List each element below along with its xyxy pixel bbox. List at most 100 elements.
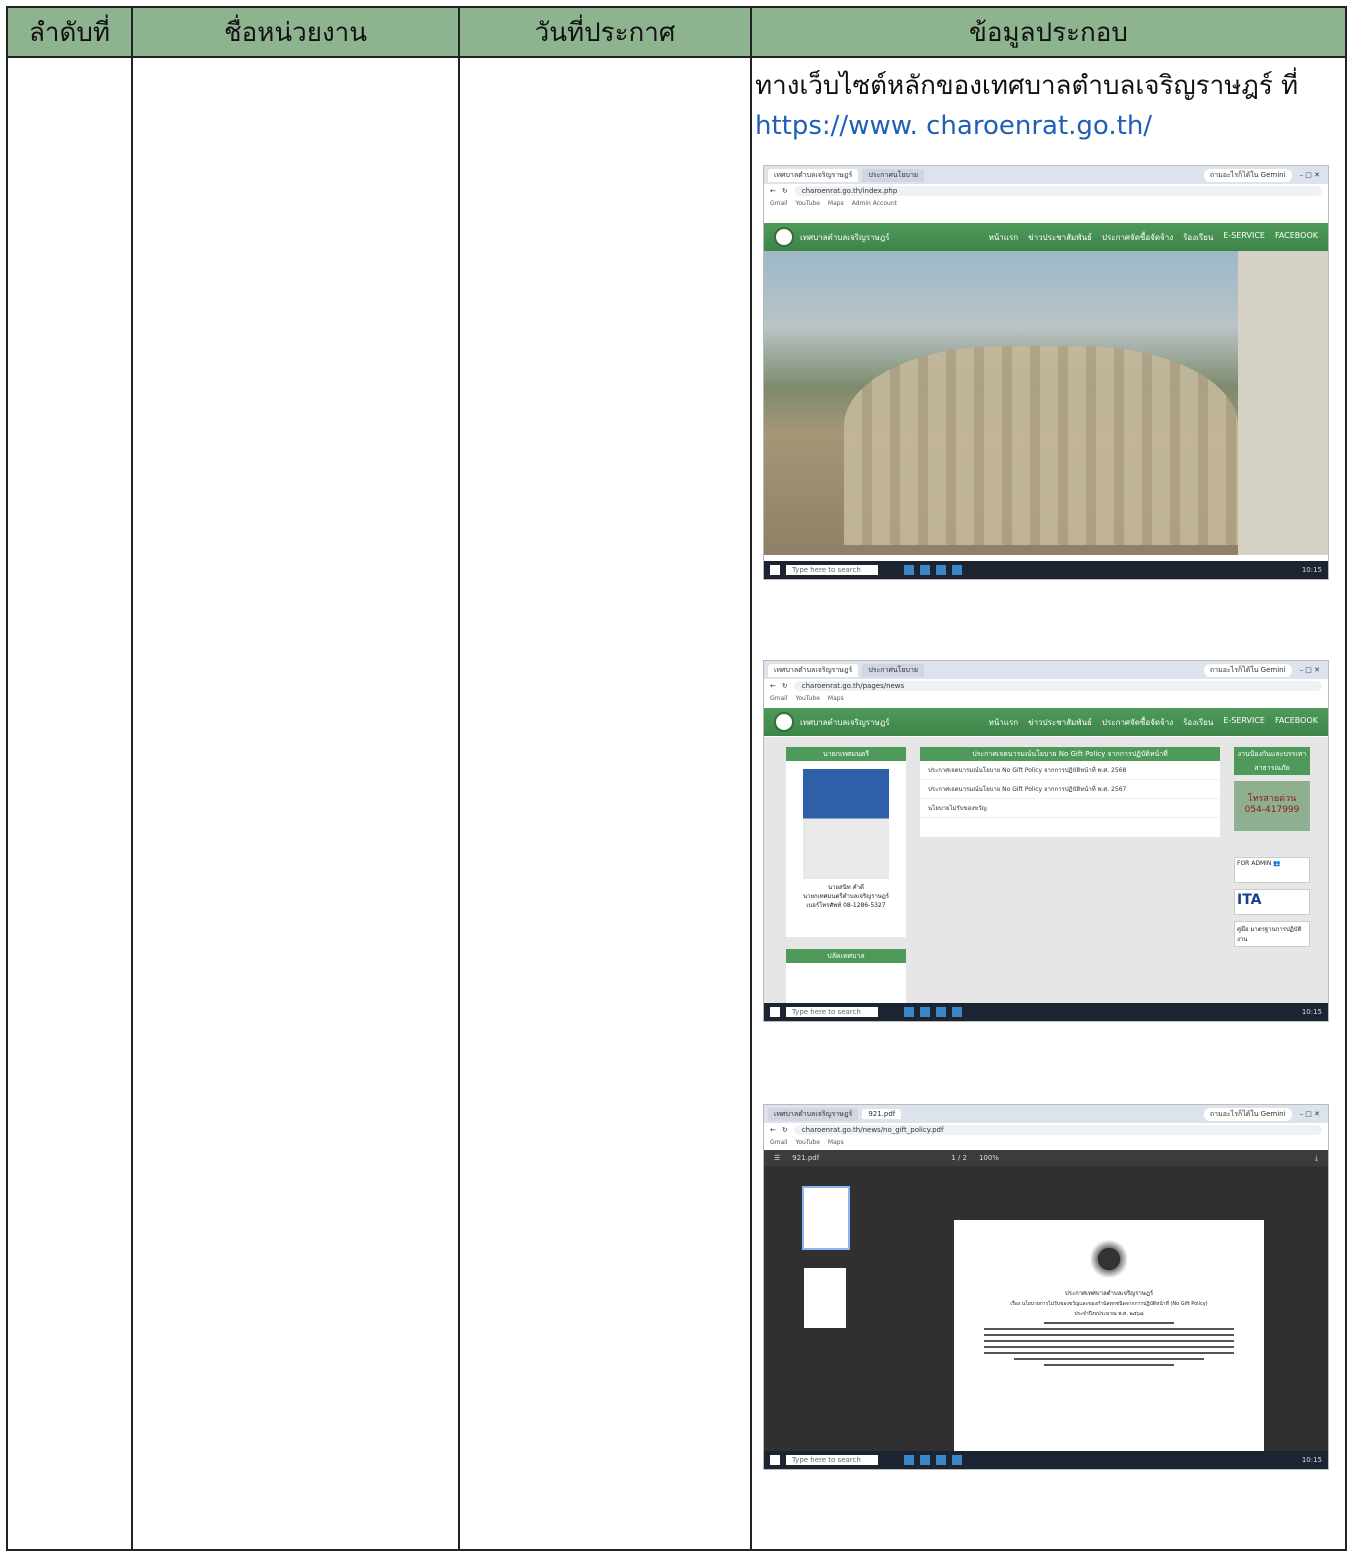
back-icon[interactable]: ←	[770, 187, 776, 195]
nav-item[interactable]: ร้องเรียน	[1183, 231, 1213, 244]
nav-item[interactable]: E-SERVICE	[1223, 231, 1265, 244]
notice-item[interactable]: นโยบายไม่รับของขวัญ	[920, 799, 1220, 818]
bookmark[interactable]: Maps	[828, 695, 844, 702]
column-divider	[750, 8, 752, 1549]
site-navbar: เทศบาลตำบลเจริญราษฎร์ หน้าแรก ข่าวประชาส…	[764, 223, 1328, 251]
browser-tab[interactable]: เทศบาลตำบลเจริญราษฎร์	[768, 168, 859, 182]
windows-start-icon[interactable]	[770, 1455, 780, 1465]
nav-item[interactable]: ข่าวประชาสัมพันธ์	[1028, 716, 1092, 729]
menu-icon[interactable]: ☰	[774, 1154, 780, 1162]
doc-subject: เรื่อง นโยบายการไม่รับของขวัญและของกำนัล…	[1010, 1301, 1208, 1307]
window-controls-icon[interactable]: – □ ✕	[1296, 1110, 1324, 1118]
taskbar-app-icon[interactable]	[936, 1455, 946, 1465]
pdf-thumbnail[interactable]	[802, 1186, 850, 1250]
bookmark[interactable]: Gmail	[770, 1139, 788, 1146]
text-line	[1014, 1358, 1204, 1360]
browser-tab[interactable]: เทศบาลตำบลเจริญราษฎร์	[768, 1107, 859, 1121]
text-line	[984, 1328, 1234, 1330]
taskbar-app-icon[interactable]	[952, 1007, 962, 1017]
mayor-title: นายกเทศมนตรีตำบลเจริญราษฎร์	[802, 893, 890, 900]
site-logo-icon	[774, 712, 794, 732]
pdf-filename: 921.pdf	[792, 1154, 820, 1162]
download-icon[interactable]: ⤓	[1315, 1154, 1318, 1163]
bookmark[interactable]: Admin Account	[852, 200, 897, 207]
manual-tile[interactable]: คู่มือ มาตรฐานการปฏิบัติงาน	[1234, 921, 1310, 947]
site-navbar: เทศบาลตำบลเจริญราษฎร์ หน้าแรก ข่าวประชาส…	[764, 708, 1328, 736]
zoom-level[interactable]: 100%	[979, 1154, 999, 1162]
back-icon[interactable]: ←	[770, 682, 776, 690]
bookmark[interactable]: Gmail	[770, 695, 788, 702]
header-details: ข้อมูลประกอบ	[969, 17, 1128, 48]
taskbar-search[interactable]: Type here to search	[786, 1007, 878, 1017]
reload-icon[interactable]: ↻	[782, 1126, 788, 1134]
ita-tile[interactable]: ITA	[1234, 889, 1310, 915]
nav-item[interactable]: ประกาศจัดซื้อจัดจ้าง	[1102, 716, 1173, 729]
back-icon[interactable]: ←	[770, 1126, 776, 1134]
nav-item[interactable]: FACEBOOK	[1275, 231, 1318, 244]
pdf-thumbnail[interactable]	[804, 1268, 846, 1328]
gemini-button[interactable]: ถามอะไรก็ได้ใน Gemini	[1203, 1107, 1292, 1121]
taskbar-app-icon[interactable]	[904, 1007, 914, 1017]
page-indicator[interactable]: 1 / 2	[951, 1154, 967, 1162]
taskbar-app-icon[interactable]	[920, 565, 930, 575]
taskbar-search[interactable]: Type here to search	[786, 1455, 878, 1465]
nav-item[interactable]: ประกาศจัดซื้อจัดจ้าง	[1102, 231, 1173, 244]
url-field[interactable]: charoenrat.go.th/pages/news	[793, 681, 1322, 691]
taskbar-clock: 10:15	[1301, 1008, 1322, 1016]
window-controls-icon[interactable]: – □ ✕	[1296, 171, 1324, 179]
browser-tab[interactable]: ประกาศนโยบาย	[862, 663, 925, 677]
bookmark[interactable]: YouTube	[796, 695, 820, 702]
taskbar-app-icon[interactable]	[904, 565, 914, 575]
admin-tile[interactable]: FOR ADMIN 👥	[1234, 857, 1310, 883]
nav-item[interactable]: ข่าวประชาสัมพันธ์	[1028, 231, 1092, 244]
header-date: วันที่ประกาศ	[534, 17, 676, 48]
browser-tab[interactable]: 921.pdf	[862, 1109, 902, 1119]
users-icon: 👥	[1273, 860, 1281, 867]
taskbar-app-icon[interactable]	[936, 1007, 946, 1017]
text-line	[1044, 1322, 1174, 1324]
browser-tabs: เทศบาลตำบลเจริญราษฎร์ ประกาศนโยบาย ถามอะ…	[764, 661, 1328, 679]
browser-tab[interactable]: เทศบาลตำบลเจริญราษฎร์	[768, 663, 859, 677]
bookmark[interactable]: YouTube	[796, 200, 820, 207]
address-bar: ← ↻ charoenrat.go.th/news/no_gift_policy…	[764, 1123, 1328, 1137]
bookmark[interactable]: Maps	[828, 1139, 844, 1146]
gemini-button[interactable]: ถามอะไรก็ได้ใน Gemini	[1203, 663, 1292, 677]
url-field[interactable]: charoenrat.go.th/news/no_gift_policy.pdf	[793, 1125, 1322, 1135]
details-line: ทางเว็บไซต์หลักของเทศบาลตำบลเจริญราษฎร์ …	[755, 71, 1299, 101]
website-link[interactable]: https://www. charoenrat.go.th/	[755, 106, 1335, 146]
taskbar-app-icon[interactable]	[936, 565, 946, 575]
doc-title: ประกาศเทศบาลตำบลเจริญราษฎร์	[1064, 1290, 1154, 1297]
reload-icon[interactable]: ↻	[782, 682, 788, 690]
bookmark[interactable]: Maps	[828, 200, 844, 207]
nav-item[interactable]: หน้าแรก	[989, 716, 1019, 729]
clerk-panel: ปลัดเทศบาล	[786, 949, 906, 1005]
taskbar-app-icon[interactable]	[952, 1455, 962, 1465]
windows-start-icon[interactable]	[770, 565, 780, 575]
taskbar: Type here to search 10:15	[764, 1003, 1328, 1021]
taskbar-app-icon[interactable]	[920, 1007, 930, 1017]
reload-icon[interactable]: ↻	[782, 187, 788, 195]
url-field[interactable]: charoenrat.go.th/index.php	[793, 186, 1322, 196]
browser-tab[interactable]: ประกาศนโยบาย	[862, 168, 925, 182]
nav-item[interactable]: ร้องเรียน	[1183, 716, 1213, 729]
windows-start-icon[interactable]	[770, 1007, 780, 1017]
notice-item[interactable]: ประกาศเจตนารมณ์นโยบาย No Gift Policy จาก…	[920, 761, 1220, 780]
bookmark[interactable]: YouTube	[796, 1139, 820, 1146]
bookmarks-bar: Gmail YouTube Maps Admin Account	[764, 198, 1328, 209]
nav-item[interactable]: FACEBOOK	[1275, 716, 1318, 729]
taskbar-app-icon[interactable]	[952, 565, 962, 575]
details-text: ทางเว็บไซต์หลักของเทศบาลตำบลเจริญราษฎร์ …	[755, 66, 1335, 146]
address-bar: ← ↻ charoenrat.go.th/index.php	[764, 184, 1328, 198]
site-content: นายกเทศมนตรี นายสนิท คำดี นายกเทศมนตรีตำ…	[764, 737, 1328, 1005]
nav-item[interactable]: หน้าแรก	[989, 231, 1019, 244]
window-controls-icon[interactable]: – □ ✕	[1296, 666, 1324, 674]
taskbar-search[interactable]: Type here to search	[786, 565, 878, 575]
notice-item[interactable]: ประกาศเจตนารมณ์นโยบาย No Gift Policy จาก…	[920, 780, 1220, 799]
taskbar-app-icon[interactable]	[920, 1455, 930, 1465]
taskbar-app-icon[interactable]	[904, 1455, 914, 1465]
gemini-button[interactable]: ถามอะไรก็ได้ใน Gemini	[1203, 168, 1292, 182]
nav-item[interactable]: E-SERVICE	[1223, 716, 1265, 729]
browser-tabs: เทศบาลตำบลเจริญราษฎร์ ประกาศนโยบาย ถามอะ…	[764, 166, 1328, 184]
bookmark[interactable]: Gmail	[770, 200, 788, 207]
text-line	[984, 1352, 1234, 1354]
